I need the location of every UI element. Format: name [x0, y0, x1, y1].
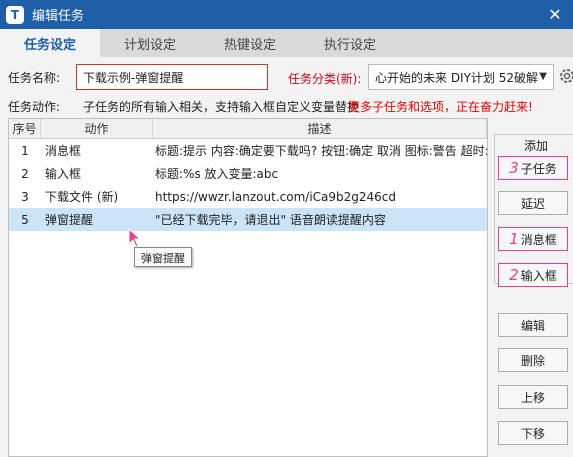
- row-description: https://wwzr.lanzout.com/iCa9b2g246cd: [155, 189, 397, 204]
- task-name-input[interactable]: 下载示例-弹窗提醒: [76, 64, 268, 90]
- move-up-button[interactable]: 上移: [498, 385, 568, 409]
- gear-icon[interactable]: [558, 67, 573, 85]
- button-label: 输入框: [520, 268, 557, 283]
- task-name-label: 任务名称:: [8, 70, 61, 85]
- title-bar: T 编辑任务 ✕: [0, 0, 573, 29]
- row-index: 2: [21, 166, 29, 181]
- row-action: 消息框: [45, 144, 82, 158]
- row-action: 弹窗提醒: [45, 213, 94, 227]
- app-logo-icon: T: [6, 5, 24, 24]
- add-group-label: 添加: [522, 137, 551, 154]
- column-header-index[interactable]: 序号: [9, 119, 41, 138]
- move-down-button[interactable]: 下移: [498, 421, 568, 445]
- annotation-number: 1: [509, 230, 519, 248]
- row-index: 5: [21, 212, 29, 227]
- window-title: 编辑任务: [32, 9, 85, 24]
- table-row-selected[interactable]: 5 弹窗提醒 "已经下载完毕，请退出" 语音朗读提醒内容: [9, 208, 487, 231]
- actions-description: 子任务的所有输入相关，支持输入框自定义变量替换: [83, 100, 360, 114]
- tooltip: 弹窗提醒: [134, 247, 192, 267]
- add-subtask-button[interactable]: 3 子任务: [498, 156, 568, 180]
- column-header-description[interactable]: 描述: [153, 119, 487, 138]
- close-button[interactable]: ✕: [545, 4, 565, 24]
- table-row[interactable]: 2 输入框 标题:%s 放入变量:abc: [9, 162, 487, 185]
- table-header: 序号 动作 描述: [9, 119, 487, 139]
- tab-schedule-settings[interactable]: 计划设定: [100, 29, 200, 57]
- tab-bar: 任务设定 计划设定 热键设定 执行设定: [0, 29, 573, 57]
- chevron-down-icon: ▼: [539, 71, 547, 82]
- column-header-action[interactable]: 动作: [41, 119, 153, 138]
- row-description: 标题:%s 放入变量:abc: [155, 167, 279, 181]
- row-index: 3: [21, 189, 29, 204]
- annotation-number: 2: [509, 266, 519, 284]
- actions-table: 序号 动作 描述 1 消息框 标题:提示 内容:确定要下载吗? 按钮:确定 取消…: [8, 118, 488, 457]
- tab-execution-settings[interactable]: 执行设定: [300, 29, 400, 57]
- actions-label: 任务动作:: [8, 100, 61, 114]
- table-row[interactable]: 3 下载文件 (新) https://wwzr.lanzout.com/iCa9…: [9, 185, 487, 208]
- side-panel: 添加 3 子任务 延迟 1 消息框 2 输入框 编辑 删除 上移 下移: [492, 118, 573, 457]
- actions-warning: 更多子任务和选项，正在奋力赶来!: [348, 100, 533, 114]
- category-label: 任务分类(新):: [288, 72, 362, 86]
- button-label: 子任务: [520, 161, 557, 176]
- add-msgbox-button[interactable]: 1 消息框: [498, 227, 568, 251]
- row-action: 下载文件 (新): [45, 190, 119, 204]
- table-row[interactable]: 1 消息框 标题:提示 内容:确定要下载吗? 按钮:确定 取消 图标:警告 超时…: [9, 139, 487, 162]
- row-action: 输入框: [45, 167, 82, 181]
- delete-button[interactable]: 删除: [498, 348, 568, 372]
- row-description: 标题:提示 内容:确定要下载吗? 按钮:确定 取消 图标:警告 超时:5秒: [155, 144, 487, 158]
- task-name-row: 任务名称: 下载示例-弹窗提醒 任务分类(新): 心开始的未来 DIY计划 52…: [8, 64, 573, 90]
- mouse-cursor-icon: [128, 228, 142, 248]
- category-value: 心开始的未来 DIY计划 52破解: [375, 70, 539, 85]
- category-select[interactable]: 心开始的未来 DIY计划 52破解 ▼: [368, 64, 554, 90]
- row-index: 1: [21, 143, 29, 158]
- row-description: "已经下载完毕，请退出" 语音朗读提醒内容: [155, 213, 386, 227]
- button-label: 消息框: [520, 232, 557, 247]
- tab-task-settings[interactable]: 任务设定: [0, 29, 100, 57]
- annotation-number: 3: [509, 159, 519, 177]
- tab-hotkey-settings[interactable]: 热键设定: [200, 29, 300, 57]
- actions-info-row: 任务动作: 子任务的所有输入相关，支持输入框自定义变量替换 更多子任务和选项，正…: [8, 98, 568, 116]
- add-delay-button[interactable]: 延迟: [498, 191, 568, 215]
- add-inputbox-button[interactable]: 2 输入框: [498, 263, 568, 287]
- edit-button[interactable]: 编辑: [498, 313, 568, 337]
